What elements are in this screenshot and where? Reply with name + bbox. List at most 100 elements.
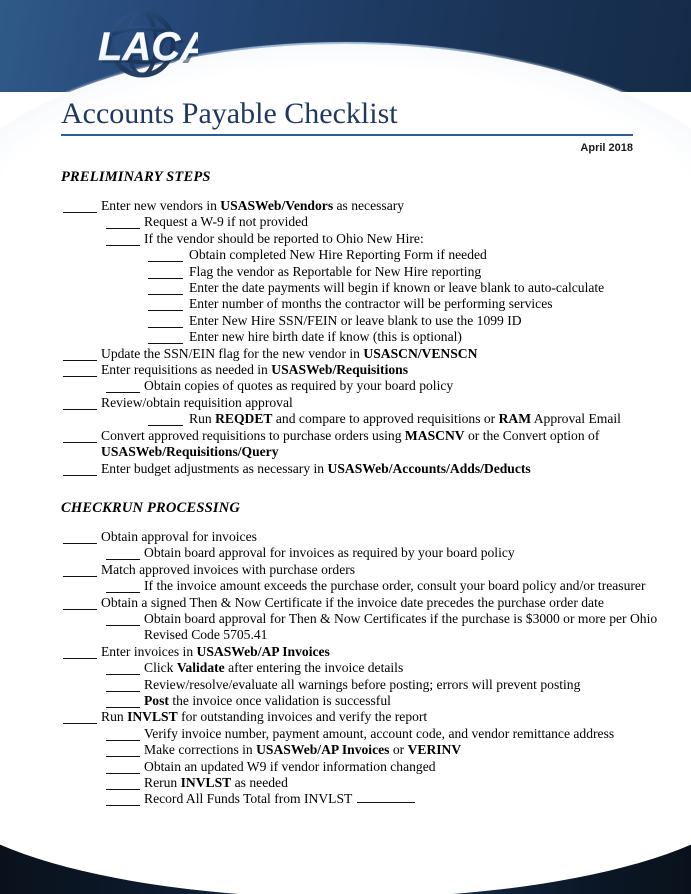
emphasis-text: USASCN/VENSCN [363, 345, 478, 361]
footer-white-curve [0, 822, 691, 894]
checkbox-blank-line[interactable] [106, 745, 140, 758]
checkbox-blank-line[interactable] [63, 598, 97, 610]
checkbox-blank-line[interactable] [148, 283, 183, 296]
section-heading: PRELIMINARY STEPS [61, 169, 211, 185]
checkbox-blank-line[interactable] [63, 365, 97, 378]
checkbox-blank-line[interactable] [63, 349, 97, 361]
checklist-item[interactable]: Obtain an updated W9 if vendor informati… [106, 759, 691, 775]
checklist-item[interactable]: If the invoice amount exceeds the purcha… [106, 578, 691, 594]
checkbox-blank-line[interactable] [63, 201, 97, 213]
checkbox-blank-line[interactable] [148, 299, 183, 312]
checklist-item[interactable]: Enter new hire birth date if know (this … [148, 329, 691, 345]
globe-swirl-icon: LACA LACA [98, 10, 198, 78]
checklist-item[interactable]: Obtain board approval for Then & Now Cer… [106, 611, 691, 644]
checkbox-blank-line[interactable] [148, 250, 183, 263]
checklist-item[interactable]: Request a W-9 if not provided [106, 214, 691, 230]
checklist-item[interactable]: Obtain a signed Then & Now Certificate i… [63, 595, 691, 611]
checkbox-blank-line[interactable] [106, 217, 140, 230]
emphasis-text: INVLST [127, 709, 178, 725]
checklist-item-label: Match approved invoices with purchase or… [101, 561, 356, 577]
checklist-item-label: Enter new vendors in USASWeb/Vendors as … [101, 198, 405, 213]
checklist-item-label: Flag the vendor as Reportable for New Hi… [189, 263, 482, 279]
checkbox-blank-line[interactable] [106, 794, 140, 807]
checklist-item-label: Enter New Hire SSN/FEIN or leave blank t… [189, 312, 522, 328]
checkbox-blank-line[interactable] [106, 696, 140, 708]
checklist-item[interactable]: Enter New Hire SSN/FEIN or leave blank t… [148, 313, 691, 329]
checkbox-blank-line[interactable] [148, 316, 183, 328]
checkbox-blank-line[interactable] [63, 532, 97, 544]
checklist-item[interactable]: Update the SSN/EIN flag for the new vend… [63, 346, 691, 362]
checkbox-blank-line[interactable] [63, 712, 97, 725]
checkbox-blank-line[interactable] [148, 332, 183, 345]
emphasis-text: USASWeb/Accounts/Adds/Deducts [327, 460, 531, 476]
fill-in-blank[interactable] [357, 791, 416, 804]
checkbox-blank-line[interactable] [106, 663, 140, 676]
checklist-item[interactable]: Record All Funds Total from INVLST [106, 791, 691, 807]
checklist-item[interactable]: Enter new vendors in USASWeb/Vendors as … [63, 198, 691, 214]
checklist-item[interactable]: Click Validate after entering the invoic… [106, 660, 691, 676]
checkbox-blank-line[interactable] [148, 267, 183, 279]
checklist-item[interactable]: Run INVLST for outstanding invoices and … [63, 709, 691, 725]
checkbox-blank-line[interactable] [106, 234, 140, 246]
checklist-item[interactable]: Flag the vendor as Reportable for New Hi… [148, 264, 691, 280]
checklist-item[interactable]: If the vendor should be reported to Ohio… [106, 231, 691, 247]
checklist-item-label: Update the SSN/EIN flag for the new vend… [101, 345, 478, 361]
checkbox-blank-line[interactable] [63, 431, 97, 443]
checklist-item-label: Rerun INVLST as needed [144, 775, 288, 790]
checklist-item[interactable]: Review/obtain requisition approval [63, 395, 691, 411]
emphasis-text: VERINV [407, 742, 462, 758]
checklist-item-label: Review/obtain requisition approval [101, 394, 293, 410]
checkbox-blank-line[interactable] [106, 778, 140, 790]
checkbox-blank-line[interactable] [106, 581, 140, 594]
checklist-item[interactable]: Obtain copies of quotes as required by y… [106, 378, 691, 394]
checklist-item[interactable]: Post the invoice once validation is succ… [106, 693, 691, 709]
checklist-item[interactable]: Rerun INVLST as needed [106, 775, 691, 791]
checklist-item-label: Run INVLST for outstanding invoices and … [101, 709, 428, 725]
checklist-item[interactable]: Enter number of months the contractor wi… [148, 296, 691, 312]
checkbox-blank-line[interactable] [106, 729, 140, 741]
checkbox-blank-line[interactable] [106, 762, 140, 774]
emphasis-text: INVLST [180, 775, 232, 790]
emphasis-text: USASWeb/Requisitions/Query [101, 444, 279, 460]
checklist-item[interactable]: Match approved invoices with purchase or… [63, 562, 691, 578]
checkbox-blank-line[interactable] [106, 381, 140, 394]
checklist-item[interactable]: Obtain board approval for invoices as re… [106, 545, 691, 561]
checklist-item[interactable]: Enter requisitions as needed in USASWeb/… [63, 362, 691, 378]
checklist-item[interactable]: Convert approved requisitions to purchas… [63, 428, 691, 461]
checkbox-blank-line[interactable] [106, 548, 140, 561]
checklist-item[interactable]: Obtain completed New Hire Reporting Form… [148, 247, 691, 263]
checklist-item[interactable]: Run REQDET and compare to approved requi… [148, 411, 691, 427]
document-date: April 2018 [580, 142, 633, 154]
checkbox-blank-line[interactable] [106, 680, 140, 692]
checkbox-blank-line[interactable] [148, 414, 183, 427]
checkbox-blank-line[interactable] [63, 647, 97, 659]
checkbox-blank-line[interactable] [63, 398, 97, 410]
checkbox-blank-line[interactable] [106, 614, 140, 626]
checklist-item-label: If the vendor should be reported to Ohio… [144, 230, 424, 246]
checklist-item[interactable]: Enter the date payments will begin if kn… [148, 280, 691, 296]
emphasis-text: USASWeb/Vendors [220, 198, 334, 213]
footer-banner [0, 822, 691, 894]
checklist-item-label: Post the invoice once validation is succ… [144, 692, 391, 708]
checklist-item[interactable]: Obtain approval for invoices [63, 529, 691, 545]
checkbox-blank-line[interactable] [63, 464, 97, 476]
emphasis-text: USASWeb/AP Invoices [196, 643, 330, 659]
checklist-item[interactable]: Enter budget adjustments as necessary in… [63, 461, 691, 477]
checklist-item[interactable]: Review/resolve/evaluate all warnings bef… [106, 677, 691, 693]
svg-text:LACA: LACA [98, 25, 198, 69]
emphasis-text: MASCNV [404, 427, 465, 443]
checklist-item-label: Convert approved requisitions to purchas… [101, 427, 600, 460]
checklist-item-label: Record All Funds Total from INVLST [144, 791, 353, 807]
checklist-item-label: Enter requisitions as needed in USASWeb/… [101, 362, 408, 378]
emphasis-text: USASWeb/Requisitions [271, 362, 408, 378]
checklist-item-label: Obtain copies of quotes as required by y… [144, 378, 454, 394]
emphasis-text: USASWeb/AP Invoices [256, 742, 390, 758]
checklist-item-label: Enter new hire birth date if know (this … [189, 329, 462, 345]
checklist-item[interactable]: Make corrections in USASWeb/AP Invoices … [106, 742, 691, 758]
checklist-item-label: Review/resolve/evaluate all warnings bef… [144, 676, 581, 692]
checklist-item[interactable]: Enter invoices in USASWeb/AP Invoices [63, 644, 691, 660]
checkbox-blank-line[interactable] [63, 565, 97, 577]
checklist-item[interactable]: Verify invoice number, payment amount, a… [106, 726, 691, 742]
checklist-item-label: Enter budget adjustments as necessary in… [101, 460, 531, 476]
